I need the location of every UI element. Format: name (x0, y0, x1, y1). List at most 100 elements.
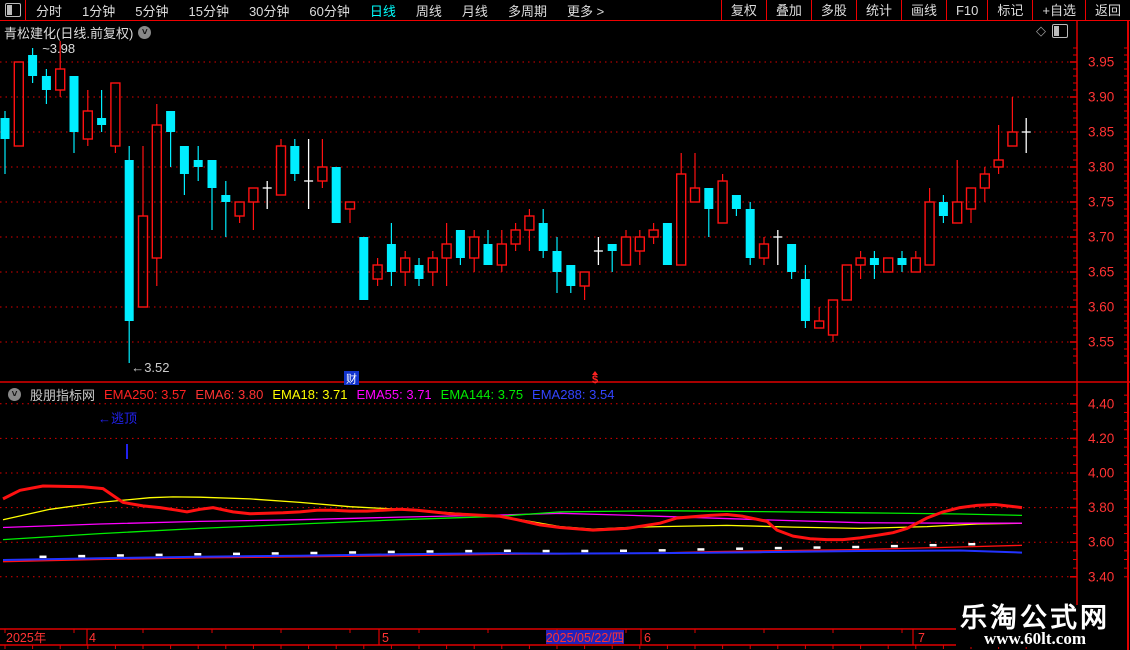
charts-canvas[interactable]: 3.95 3.90 3.85 3.80 3.75 3.70 3.65 3.60 3.55 4.40… (0, 0, 1130, 650)
action-button-3[interactable]: 统计 (855, 0, 901, 21)
period-tab-1[interactable]: 1分钟 (72, 1, 125, 20)
split-panel-icon[interactable] (1052, 24, 1068, 38)
down-candle (28, 55, 38, 76)
year-label: 2025年 (6, 631, 46, 645)
down-candle (731, 195, 741, 209)
down-candle (386, 244, 396, 272)
down-candle (414, 265, 424, 279)
action-button-7[interactable]: +自选 (1032, 0, 1085, 21)
up-candle (579, 271, 590, 287)
svg-text:3.70: 3.70 (1088, 230, 1114, 245)
stock-title: 青松建化(日线.前复权) (4, 26, 134, 41)
up-candle (234, 201, 245, 217)
down-candle (538, 223, 548, 251)
ema-legend-EMA18: EMA18: 3.71 (272, 387, 348, 402)
action-button-5[interactable]: F10 (945, 0, 987, 21)
period-tab-0[interactable]: 分时 (26, 1, 72, 20)
price-axis: 4.40 4.20 4.00 3.80 3.60 3.40 (1070, 394, 1128, 584)
down-candle (290, 146, 300, 174)
news-marker: 财 (346, 372, 357, 386)
up-candle (469, 236, 480, 259)
up-candle (524, 215, 535, 231)
svg-text:3.85: 3.85 (1088, 125, 1114, 140)
down-candle (455, 230, 465, 258)
frame-lines (0, 21, 1130, 650)
up-candle (13, 61, 25, 147)
up-candle (827, 299, 839, 336)
up-candle (758, 243, 770, 259)
chevron-down-icon[interactable]: ˅ (138, 26, 152, 39)
down-candle (221, 195, 231, 202)
down-candle (331, 167, 341, 223)
down-candle (787, 244, 797, 272)
svg-text:4.20: 4.20 (1088, 431, 1114, 446)
period-tab-9[interactable]: 多周期 (498, 1, 557, 20)
svg-text:3.40: 3.40 (1088, 569, 1114, 584)
up-candle (883, 257, 894, 273)
ema-legend-EMA55: EMA55: 3.71 (356, 387, 432, 402)
layout-toggle-button[interactable] (0, 0, 26, 21)
period-tab-4[interactable]: 30分钟 (239, 1, 299, 20)
indicator-source-label: 股朋指标网 (30, 388, 96, 403)
up-candle (248, 187, 259, 203)
time-axis: 2025年 4 5 6 7 2025/05/22/四 (4, 629, 1027, 649)
action-button-2[interactable]: 多股 (810, 0, 856, 21)
svg-text:3.75: 3.75 (1088, 195, 1114, 210)
up-candle (82, 110, 94, 140)
highlighted-date-label: 2025/05/22/四 (546, 631, 625, 645)
title-corner-icons: ◇ (1036, 23, 1068, 39)
up-candle (400, 257, 411, 273)
diamond-icon[interactable]: ◇ (1036, 23, 1046, 39)
action-button-4[interactable]: 画线 (900, 0, 946, 21)
svg-text:3.95: 3.95 (1088, 55, 1114, 70)
down-candle (566, 265, 576, 286)
ema-series: ←逃顶 (2, 411, 1023, 563)
period-tab-7[interactable]: 周线 (406, 1, 452, 20)
down-candle (483, 244, 493, 265)
down-candle (938, 202, 948, 216)
up-candle (855, 257, 866, 266)
period-tab-10[interactable]: 更多 > (557, 1, 614, 20)
svg-text:3.80: 3.80 (1088, 500, 1114, 515)
ema-legend-EMA144: EMA144: 3.75 (440, 387, 524, 402)
down-candle (704, 188, 714, 209)
down-candle (552, 251, 562, 272)
svg-text:3.55: 3.55 (1088, 335, 1114, 350)
down-candle (897, 258, 907, 265)
action-button-0[interactable]: 复权 (720, 0, 766, 21)
period-tab-2[interactable]: 5分钟 (125, 1, 178, 20)
action-button-6[interactable]: 标记 (987, 0, 1032, 21)
ema-legend-EMA6: EMA6: 3.80 (195, 387, 264, 402)
down-candle (124, 160, 134, 321)
up-candle (137, 215, 149, 308)
action-button-1[interactable]: 叠加 (765, 0, 811, 21)
up-candle (1007, 131, 1018, 147)
up-candle (924, 201, 935, 266)
chevron-down-icon[interactable]: ˅ (8, 388, 21, 401)
down-candle (166, 111, 176, 132)
down-candle (359, 237, 369, 300)
period-menu: 分时 1分钟 5分钟 15分钟 30分钟 60分钟 日线 周线 月线 多周期 更多 > (26, 0, 614, 21)
up-candle (275, 145, 287, 196)
period-tab-8[interactable]: 月线 (452, 1, 498, 20)
up-candle (979, 173, 990, 189)
action-button-8[interactable]: 返回 (1084, 0, 1130, 21)
escape-top-signal-label: ←逃顶 (98, 411, 137, 426)
svg-text:3.65: 3.65 (1088, 265, 1114, 280)
chart-title-row: 青松建化(日线.前复权) ˅ (4, 23, 152, 42)
split-panel-icon (4, 3, 21, 17)
up-candle (814, 320, 825, 329)
down-candle (97, 118, 107, 125)
up-candle (634, 236, 645, 252)
down-candle (69, 76, 79, 132)
period-tab-3[interactable]: 15分钟 (178, 1, 238, 20)
up-candle (910, 257, 921, 273)
period-tab-6[interactable]: 日线 (360, 1, 406, 20)
svg-text:4.40: 4.40 (1088, 396, 1114, 411)
ema-legend-EMA288: EMA288: 3.54 (532, 387, 615, 402)
period-tab-5[interactable]: 60分钟 (299, 1, 359, 20)
up-candle (344, 201, 356, 210)
up-candle (676, 173, 687, 266)
down-candle (207, 160, 217, 188)
watermark-site-name: 乐淘公式网 (960, 603, 1110, 633)
